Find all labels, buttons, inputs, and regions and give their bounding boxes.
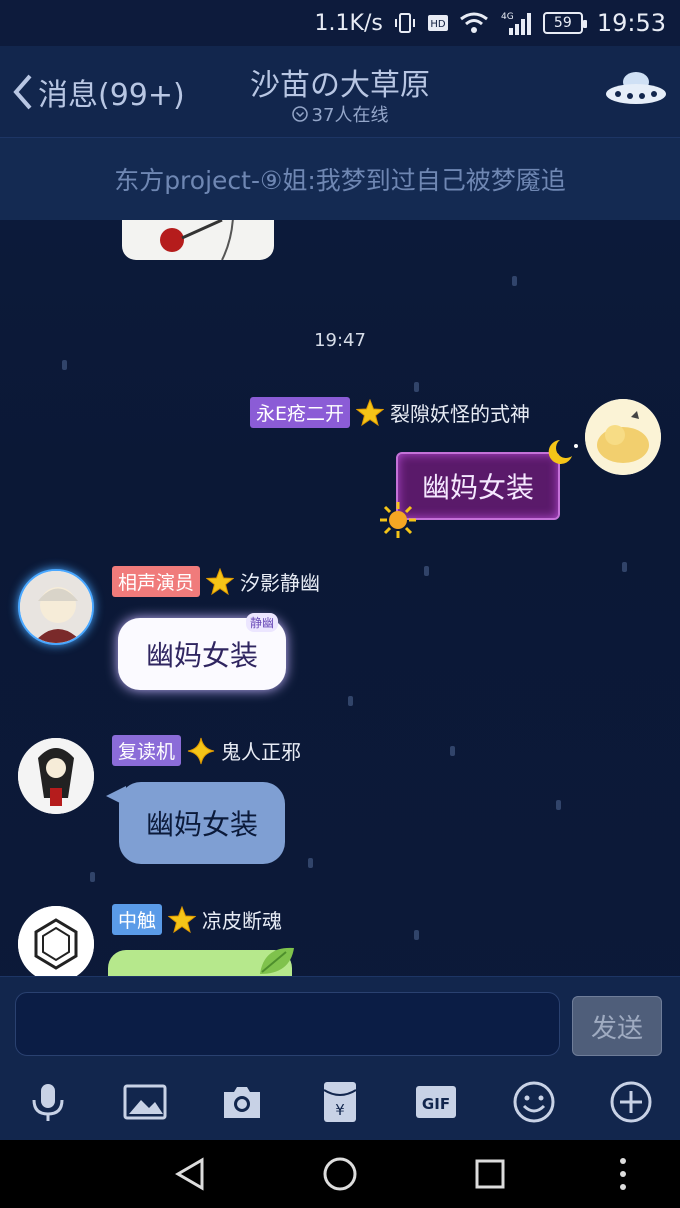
member-title-badge: 复读机 <box>112 735 182 766</box>
vibrate-icon <box>393 11 417 35</box>
gif-label: GIF <box>422 1095 450 1113</box>
red-packet-icon[interactable]: ¥ <box>318 1080 362 1124</box>
chat-screen: 1.1K/s HD 4G 59 19:53 消息(99+) 沙苗の大草原 37人… <box>0 0 680 1208</box>
image-icon[interactable] <box>123 1080 167 1124</box>
send-button[interactable]: 发送 <box>572 996 662 1056</box>
wifi-icon <box>459 11 489 35</box>
girl-avatar-image <box>20 571 92 643</box>
bubble-tag: 静幽 <box>246 613 279 632</box>
sender-name[interactable]: 鬼人正邪 <box>221 736 301 765</box>
svg-text:HD: HD <box>430 19 446 30</box>
plus-icon[interactable] <box>609 1080 653 1124</box>
message-bubble[interactable]: 幽妈女装 <box>396 452 560 520</box>
camera-icon[interactable] <box>220 1080 264 1124</box>
group-title[interactable]: 沙苗の大草原 <box>0 60 680 104</box>
battery-level: 59 <box>553 15 572 31</box>
avatar[interactable] <box>18 569 94 645</box>
recents-square-icon[interactable] <box>472 1156 508 1192</box>
fox-avatar-image <box>585 399 661 475</box>
sender-name[interactable]: 裂隙妖怪的式神 <box>390 398 530 427</box>
chat-header: 消息(99+) 沙苗の大草原 37人在线 <box>0 46 680 138</box>
message-timestamp: 19:47 <box>314 330 366 351</box>
leaf-icon <box>260 947 294 974</box>
status-time: 19:53 <box>596 9 666 37</box>
message-list[interactable]: 19:47 永E疮二开 裂隙妖怪的式神 幽妈女装 相声演员 汐影静幽 幽妈女装 … <box>0 220 680 976</box>
battery-icon: 59 <box>542 12 587 34</box>
mic-icon[interactable] <box>26 1080 70 1124</box>
home-circle-icon[interactable] <box>322 1156 358 1192</box>
message-bubble[interactable]: 幽妈女装 <box>119 782 285 864</box>
emoji-icon[interactable] <box>512 1080 556 1124</box>
member-title-badge: 中触 <box>112 904 163 935</box>
net-speed: 1.1K/s <box>314 10 383 36</box>
sender-info: 相声演员 汐影静幽 <box>112 566 320 597</box>
star-level-icon <box>168 905 197 933</box>
girl-avatar-image <box>18 738 94 814</box>
online-count: 37人在线 <box>0 101 680 127</box>
sender-name[interactable]: 汐影静幽 <box>240 567 320 596</box>
input-bar: 发送 <box>0 976 680 1064</box>
signal-icon: 4G <box>499 10 533 36</box>
ufo-icon[interactable] <box>604 68 668 112</box>
sender-name[interactable]: 凉皮断魂 <box>202 905 282 934</box>
system-nav-bar <box>0 1140 680 1208</box>
online-label: 37人在线 <box>311 105 389 126</box>
image-message[interactable] <box>122 220 274 260</box>
message-input[interactable] <box>15 992 560 1056</box>
moon-icon <box>548 440 578 464</box>
more-dots-icon[interactable] <box>605 1156 641 1192</box>
star-level-icon <box>356 398 385 426</box>
input-toolbar: ¥ GIF <box>0 1064 680 1140</box>
member-title-badge: 相声演员 <box>112 566 201 597</box>
back-triangle-icon[interactable] <box>172 1156 208 1192</box>
sender-info: 中触 凉皮断魂 <box>112 904 282 935</box>
group-announcement[interactable]: 东方project-⑨姐:我梦到过自己被梦魇追 <box>0 138 680 220</box>
member-title-badge: 永E疮二开 <box>250 397 351 428</box>
avatar[interactable] <box>18 906 94 976</box>
svg-text:¥: ¥ <box>335 1101 345 1119</box>
gif-icon[interactable]: GIF <box>414 1080 458 1124</box>
star-level-icon <box>206 567 235 595</box>
avatar[interactable] <box>18 738 94 814</box>
status-bar: 1.1K/s HD 4G 59 19:53 <box>0 0 680 46</box>
sender-info: 永E疮二开 裂隙妖怪的式神 <box>250 397 530 428</box>
avatar[interactable] <box>585 399 661 475</box>
benzene-avatar-image <box>18 906 94 976</box>
bubble-tail <box>106 786 126 806</box>
chevron-down-circle-icon <box>291 106 308 122</box>
network-type-label: 4G <box>501 12 514 22</box>
sun-icon <box>380 502 416 538</box>
sender-info: 复读机 鬼人正邪 <box>112 735 301 766</box>
sketch-image <box>160 220 234 260</box>
hd-icon: HD <box>427 14 449 32</box>
diamond-level-icon <box>187 737 215 764</box>
